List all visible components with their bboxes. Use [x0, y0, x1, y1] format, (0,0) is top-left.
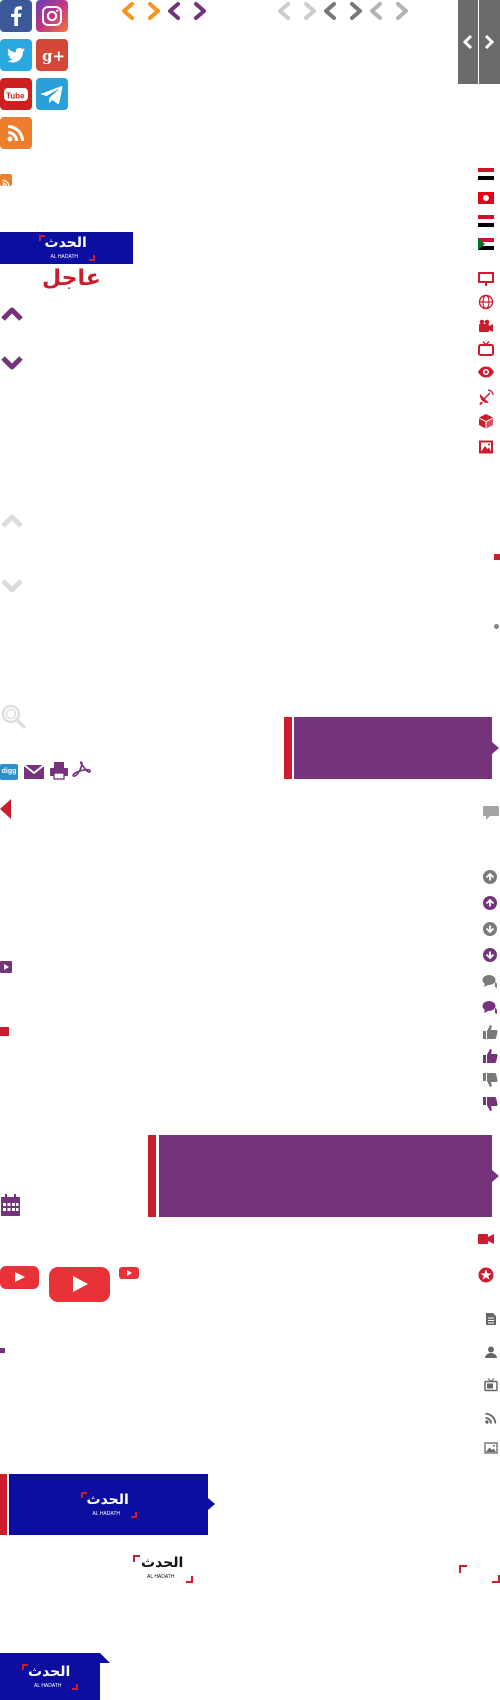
comment-icon[interactable]	[482, 805, 500, 821]
red-marker	[494, 554, 500, 560]
corner-bracket-left	[459, 1565, 467, 1573]
svg-text:Tube: Tube	[6, 92, 25, 101]
title-panel	[294, 717, 492, 779]
user-icon[interactable]	[484, 1345, 498, 1359]
tv-icon[interactable]	[478, 341, 494, 357]
panel-arrow-icon	[492, 742, 499, 754]
document-icon[interactable]	[484, 1312, 498, 1326]
vote-up-grey-icon[interactable]	[482, 869, 498, 885]
breaking-news-label: عاجل	[42, 266, 101, 291]
play-button-large[interactable]	[49, 1267, 110, 1302]
star-badge-icon[interactable]	[478, 1267, 494, 1283]
logo-arrow-icon	[208, 1498, 215, 1510]
flag-sudan-icon	[478, 238, 494, 250]
satellite-dish-icon[interactable]	[478, 389, 494, 405]
image-icon[interactable]	[478, 439, 494, 455]
globe-icon[interactable]	[478, 294, 494, 310]
scroll-down-disabled-icon[interactable]	[0, 578, 24, 594]
logo-text: الحدث	[44, 235, 87, 251]
svg-text:g+: g+	[42, 47, 65, 65]
digg-icon[interactable]: digg	[0, 764, 18, 780]
grey-dot	[494, 624, 499, 629]
panel-accent-2	[148, 1135, 156, 1217]
scroll-up-disabled-icon[interactable]	[0, 513, 24, 529]
cube-icon[interactable]	[478, 413, 494, 429]
logo-subtitle: AL HADATH	[50, 254, 79, 260]
al-hadath-logo-tab[interactable]: الحدث AL HADATH	[0, 1653, 100, 1700]
al-hadath-logo-white-bg[interactable]: الحدث AL HADATH	[133, 1555, 193, 1583]
red-left-arrow-icon[interactable]	[0, 799, 11, 819]
scroll-up-icon[interactable]	[0, 306, 24, 322]
purple-marker	[0, 1348, 5, 1353]
vote-up-purple-icon[interactable]	[482, 895, 498, 911]
rss-small-icon[interactable]	[0, 174, 12, 187]
slider-prev-button[interactable]	[458, 0, 478, 84]
telegram-icon[interactable]	[36, 78, 68, 110]
logo-text: الحدث	[28, 1663, 71, 1680]
rss-icon[interactable]	[0, 117, 32, 149]
tv-small-icon[interactable]	[484, 1378, 498, 1392]
flag-yemen-icon	[478, 215, 494, 227]
youtube-icon[interactable]: Tube	[0, 78, 32, 110]
replies-grey-icon[interactable]	[482, 973, 498, 989]
logo-subtitle: AL HADATH	[92, 1510, 121, 1517]
logo-tab-corner	[100, 1653, 110, 1663]
al-hadath-logo-large[interactable]: الحدث AL HADATH	[9, 1474, 208, 1535]
vote-down-purple-icon[interactable]	[482, 947, 498, 963]
facebook-icon[interactable]	[0, 0, 32, 32]
panel-arrow-2-icon	[492, 1170, 499, 1182]
google-plus-icon[interactable]: g+	[36, 39, 68, 71]
corner-bracket-right	[492, 1575, 500, 1583]
twitter-icon[interactable]	[0, 39, 32, 71]
play-button-small[interactable]	[119, 1267, 139, 1279]
thumbs-down-purple-icon[interactable]	[482, 1096, 498, 1112]
print-icon[interactable]	[49, 761, 69, 780]
replies-purple-icon[interactable]	[482, 999, 498, 1015]
carousel-arrows[interactable]	[116, 0, 448, 22]
logo-accent-2	[0, 1474, 7, 1535]
title-panel-2	[159, 1135, 492, 1217]
slider-next-button[interactable]	[479, 0, 500, 84]
calendar-icon[interactable]	[0, 1193, 21, 1217]
thumbs-up-purple-icon[interactable]	[482, 1048, 498, 1064]
presentation-icon[interactable]	[478, 271, 494, 287]
email-icon[interactable]	[23, 764, 45, 780]
play-small-icon[interactable]	[0, 961, 12, 973]
panel-accent	[284, 717, 292, 779]
thumbs-up-grey-icon[interactable]	[482, 1024, 498, 1040]
zoom-icon[interactable]	[0, 703, 26, 729]
rss-grey-icon[interactable]	[484, 1411, 498, 1425]
al-hadath-logo[interactable]: الحدث AL HADATH	[0, 232, 133, 264]
red-square-marker	[0, 1027, 9, 1036]
flag-egypt-icon	[478, 168, 494, 180]
logo-subtitle: AL HADATH	[34, 1682, 62, 1689]
logo-subtitle: AL HADATH	[147, 1574, 175, 1580]
flag-tunisia-icon	[478, 192, 494, 204]
image-grey-icon[interactable]	[484, 1441, 498, 1455]
scroll-down-icon[interactable]	[0, 355, 24, 371]
vote-down-grey-icon[interactable]	[482, 921, 498, 937]
video-red-icon[interactable]	[478, 1232, 494, 1246]
thumbs-down-grey-icon[interactable]	[482, 1072, 498, 1088]
video-camera-icon[interactable]	[478, 318, 494, 334]
play-button-medium[interactable]	[0, 1266, 39, 1289]
eye-icon[interactable]	[478, 364, 494, 380]
logo-text: الحدث	[141, 1555, 184, 1571]
logo-text: الحدث	[86, 1491, 129, 1508]
pdf-icon[interactable]	[72, 760, 92, 780]
instagram-icon[interactable]	[36, 0, 68, 32]
